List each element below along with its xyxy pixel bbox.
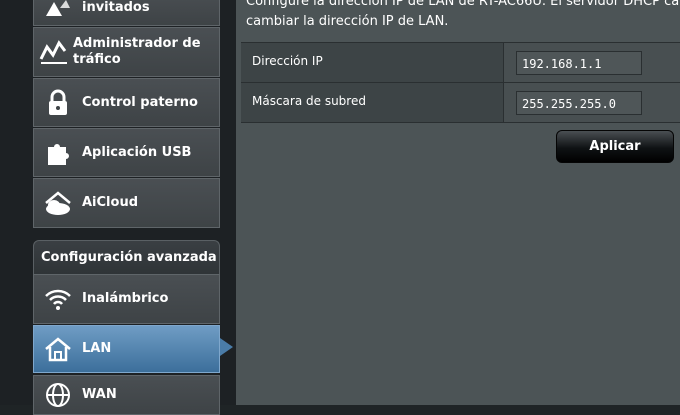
- sidebar-item-wireless[interactable]: Inalámbrico: [33, 274, 220, 324]
- sidebar-item-label: invitados: [82, 0, 150, 15]
- guest-network-icon: [34, 0, 82, 18]
- sidebar-item-label: Administrador de tráfico: [73, 36, 201, 67]
- ip-address-input[interactable]: [516, 51, 642, 75]
- subnet-mask-input[interactable]: [516, 91, 642, 115]
- sidebar-item-parental-control[interactable]: Control paterno: [33, 78, 220, 127]
- traffic-manager-icon: [34, 39, 73, 65]
- sidebar-item-usb-application[interactable]: Aplicación USB: [33, 128, 220, 177]
- sidebar-item-traffic-manager[interactable]: Administrador de tráfico: [33, 27, 220, 77]
- sidebar-item-wan[interactable]: WAN: [33, 375, 220, 415]
- sidebar-item-label: Control paterno: [82, 94, 198, 110]
- globe-icon: [34, 382, 82, 408]
- sidebar-item-label: Inalámbrico: [82, 291, 169, 306]
- ip-address-label: Dirección IP: [252, 54, 323, 68]
- lan-ip-description: Configure la dirección IP de LAN de RT-A…: [246, 0, 680, 32]
- table-row: Dirección IP: [241, 42, 680, 83]
- sidebar-item-label: LAN: [82, 341, 112, 356]
- sidebar-item-label: WAN: [82, 387, 117, 402]
- sidebar: invitados Administrador de tráfico Contr…: [0, 0, 236, 415]
- sidebar-item-guest-network[interactable]: invitados: [33, 0, 220, 26]
- subnet-mask-label: Máscara de subred: [252, 94, 366, 108]
- advanced-settings-header: Configuración avanzada: [33, 240, 220, 274]
- description-line-1: Configure la dirección IP de LAN de RT-A…: [246, 0, 680, 9]
- description-line-2: cambiar la dirección IP de LAN.: [246, 14, 449, 29]
- sidebar-item-label: Aplicación USB: [82, 144, 192, 160]
- lan-ip-settings-table: Dirección IP Máscara de subred: [241, 42, 680, 123]
- sidebar-item-label: AiCloud: [82, 195, 139, 210]
- lock-icon: [34, 89, 82, 117]
- puzzle-icon: [34, 139, 82, 167]
- table-row: Máscara de subred: [241, 83, 680, 123]
- main-panel: Configure la dirección IP de LAN de RT-A…: [236, 0, 680, 405]
- house-icon: [34, 336, 82, 362]
- wifi-icon: [34, 287, 82, 311]
- cloud-house-icon: [34, 189, 82, 217]
- sidebar-item-aicloud[interactable]: AiCloud: [33, 178, 220, 228]
- sidebar-item-lan[interactable]: LAN: [33, 325, 233, 373]
- apply-button[interactable]: Aplicar: [556, 130, 674, 163]
